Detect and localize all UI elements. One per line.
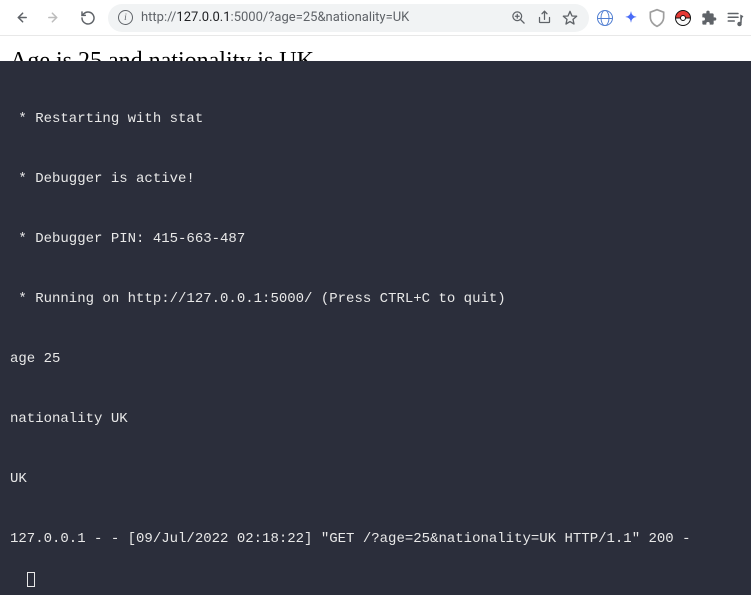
terminal-cursor bbox=[27, 572, 35, 587]
reload-button[interactable] bbox=[74, 4, 102, 32]
extension-pokeball-icon[interactable] bbox=[673, 8, 693, 28]
share-icon[interactable] bbox=[535, 9, 553, 27]
media-queue-icon[interactable] bbox=[725, 8, 745, 28]
terminal-line: age 25 bbox=[10, 349, 741, 369]
site-info-icon[interactable]: i bbox=[118, 10, 133, 25]
terminal-line: * Restarting with stat bbox=[10, 109, 741, 129]
terminal-line: * Debugger is active! bbox=[10, 169, 741, 189]
extension-globe-icon[interactable] bbox=[595, 8, 615, 28]
bookmark-star-icon[interactable] bbox=[561, 9, 579, 27]
address-bar[interactable]: i http://127.0.0.1:5000/?age=25&national… bbox=[108, 4, 589, 32]
url-path: :5000/?age=25&nationality=UK bbox=[231, 10, 410, 25]
terminal-panel[interactable]: * Restarting with stat * Debugger is act… bbox=[0, 61, 751, 595]
extension-shield-icon[interactable] bbox=[647, 8, 667, 28]
terminal-line: 127.0.0.1 - - [09/Jul/2022 02:18:22] "GE… bbox=[10, 529, 741, 549]
terminal-line: * Running on http://127.0.0.1:5000/ (Pre… bbox=[10, 289, 741, 309]
terminal-line: nationality UK bbox=[10, 409, 741, 429]
extensions-menu-icon[interactable] bbox=[699, 8, 719, 28]
terminal-line: * Debugger PIN: 415-663-487 bbox=[10, 229, 741, 249]
extension-wave-icon[interactable]: ✦ bbox=[621, 8, 641, 28]
toolbar-right: ✦ bbox=[595, 8, 745, 28]
back-button[interactable] bbox=[6, 4, 34, 32]
url-scheme: http:// bbox=[141, 10, 176, 25]
zoom-icon[interactable] bbox=[509, 9, 527, 27]
url-text: http://127.0.0.1:5000/?age=25&nationalit… bbox=[141, 10, 501, 25]
forward-button[interactable] bbox=[40, 4, 68, 32]
terminal-line: UK bbox=[10, 469, 741, 489]
url-host: 127.0.0.1 bbox=[176, 10, 230, 25]
browser-toolbar: i http://127.0.0.1:5000/?age=25&national… bbox=[0, 0, 751, 36]
